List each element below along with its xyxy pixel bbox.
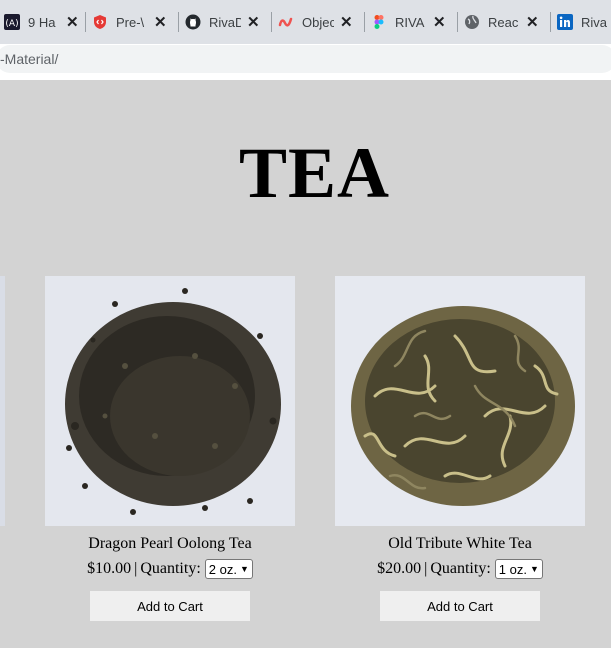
- close-icon[interactable]: ✕: [247, 15, 260, 30]
- tab-title: 9 Ha: [28, 14, 56, 30]
- quantity-value: 1 oz.: [498, 561, 527, 577]
- browser-tab[interactable]: RIVA ✕: [365, 0, 458, 44]
- toolbar-divider: [0, 76, 611, 80]
- address-bar: -Material/: [0, 44, 611, 76]
- browser-tab-bar: (A) 9 Ha ✕ Pre-\ ✕ RivaD ✕ Objec ✕ RIVA …: [0, 0, 611, 44]
- product-card: Old Tribute White Tea $20.00 | Quantity:…: [335, 276, 585, 621]
- quantity-select[interactable]: 1 oz. ▼: [494, 559, 543, 579]
- tab-title: RivaD: [209, 14, 241, 30]
- url-text: -Material/: [0, 51, 59, 67]
- browser-tab[interactable]: Riva: [551, 0, 611, 44]
- product-name: Old Tribute White Tea: [388, 535, 532, 552]
- url-field[interactable]: -Material/: [0, 45, 611, 73]
- tab-title: Objec: [302, 14, 334, 30]
- tab-title: Pre-\: [116, 14, 145, 30]
- tab-title: RIVA: [395, 14, 425, 30]
- tilde-logo-icon: [278, 14, 294, 30]
- product-photo: [335, 276, 585, 526]
- product-price: $20.00: [377, 560, 422, 577]
- quantity-value: 2 oz.: [208, 561, 237, 577]
- browser-tab[interactable]: Objec ✕: [272, 0, 365, 44]
- add-to-cart-button[interactable]: Add to Cart: [380, 591, 540, 621]
- close-icon[interactable]: ✕: [66, 15, 79, 30]
- browser-tab[interactable]: Pre-\ ✕: [86, 0, 179, 44]
- quantity-label: Quantity:: [430, 560, 491, 577]
- browser-tab[interactable]: Reac ✕: [458, 0, 551, 44]
- price-row: $10.00 | Quantity: 2 oz. ▼: [45, 559, 295, 579]
- browser-tab[interactable]: (A) 9 Ha ✕: [0, 0, 86, 44]
- figma-icon: [371, 14, 387, 30]
- page-title: TEA: [238, 133, 391, 213]
- tab-title: Riva: [581, 14, 608, 30]
- github-icon: [185, 14, 201, 30]
- close-icon[interactable]: ✕: [526, 15, 539, 30]
- tab-title: Reac: [488, 14, 519, 30]
- product-price: $10.00: [87, 560, 132, 577]
- angular-icon: (A): [4, 14, 20, 30]
- product-photo: [0, 276, 5, 526]
- chevron-down-icon: ▼: [529, 564, 539, 574]
- quantity-label: Quantity:: [140, 560, 201, 577]
- add-to-cart-button[interactable]: Add to Cart: [90, 591, 250, 621]
- globe-icon: [464, 14, 480, 30]
- quantity-select[interactable]: 2 oz. ▼: [204, 559, 253, 579]
- svg-text:(A): (A): [5, 19, 18, 29]
- price-separator: |: [424, 560, 428, 577]
- close-icon[interactable]: ✕: [154, 15, 167, 30]
- chevron-down-icon: ▼: [239, 564, 249, 574]
- product-card: Dragon Pearl Oolong Tea $10.00 | Quantit…: [45, 276, 295, 621]
- close-icon[interactable]: ✕: [433, 15, 446, 30]
- price-row: $20.00 | Quantity: 1 oz. ▼: [335, 559, 585, 579]
- price-separator: |: [134, 560, 138, 577]
- browser-tab[interactable]: RivaD ✕: [179, 0, 272, 44]
- close-icon[interactable]: ✕: [340, 15, 353, 30]
- product-photo: [45, 276, 295, 526]
- shield-code-icon: [92, 14, 108, 30]
- product-name: Dragon Pearl Oolong Tea: [88, 535, 252, 552]
- linkedin-icon: [557, 14, 573, 30]
